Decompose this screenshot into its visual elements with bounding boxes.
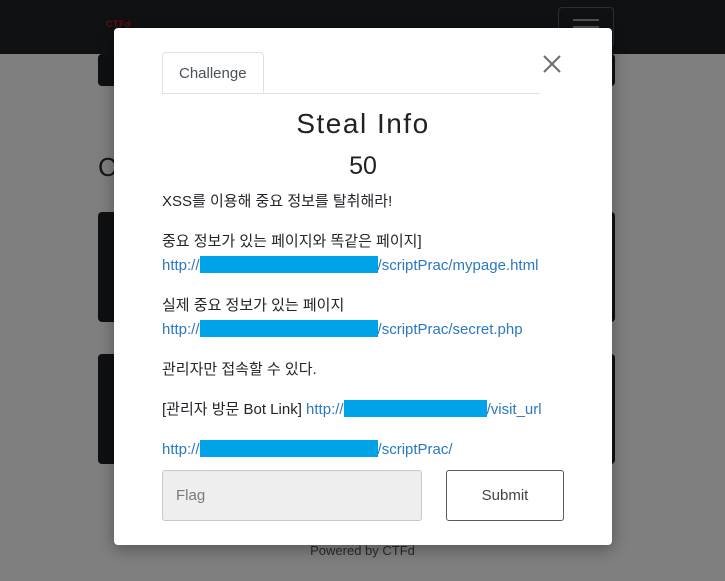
base-link-prefix: http:// (162, 441, 200, 458)
redaction-block (343, 400, 487, 417)
challenge-value: 50 (349, 152, 377, 180)
challenge-modal: Challenge Steal Info 50 XSS를 이용해 중요 정보를 … (114, 28, 612, 545)
secret-link-suffix: /scriptPrac/secret.php (377, 321, 523, 338)
close-icon[interactable] (540, 52, 564, 76)
bot-link-suffix: /visit_url (486, 401, 542, 418)
flag-input[interactable] (162, 470, 422, 521)
tab-challenge[interactable]: Challenge (162, 52, 264, 93)
submit-button[interactable]: Submit (446, 470, 564, 521)
secret-link-prefix: http:// (162, 321, 200, 338)
bot-link[interactable]: http:// /visit_url (306, 400, 542, 418)
redaction-block (199, 440, 378, 457)
description-base: http:// /scriptPrac/ (162, 438, 572, 462)
description-intro: XSS를 이용해 중요 정보를 탈취해라! (162, 193, 393, 210)
description-mypage: 중요 정보가 있는 페이지와 똑같은 페이지] http:// /scriptPr… (162, 230, 572, 278)
bot-link-prefix: http:// (306, 401, 344, 418)
challenge-title: Steal Info (296, 108, 430, 139)
redaction-block (199, 256, 378, 273)
base-link-suffix: /scriptPrac/ (377, 441, 453, 458)
description-admin-note: 관리자만 접속할 수 있다. (162, 361, 317, 378)
bot-label: [관리자 방문 Bot Link] (162, 401, 302, 418)
mypage-link[interactable]: http:// /scriptPrac/mypage.html (162, 256, 539, 274)
mypage-label: 중요 정보가 있는 페이지와 똑같은 페이지] (162, 233, 422, 250)
redaction-block (199, 320, 378, 337)
description-secret: 실제 중요 정보가 있는 페이지 http:// /scriptPrac/secr… (162, 294, 572, 342)
mypage-link-prefix: http:// (162, 257, 200, 274)
secret-label: 실제 중요 정보가 있는 페이지 (162, 297, 345, 314)
base-link[interactable]: http:// /scriptPrac/ (162, 440, 453, 458)
mypage-link-suffix: /scriptPrac/mypage.html (377, 257, 539, 274)
secret-link[interactable]: http:// /scriptPrac/secret.php (162, 320, 523, 338)
description-bot: [관리자 방문 Bot Link] http:// /visit_url (162, 398, 572, 422)
